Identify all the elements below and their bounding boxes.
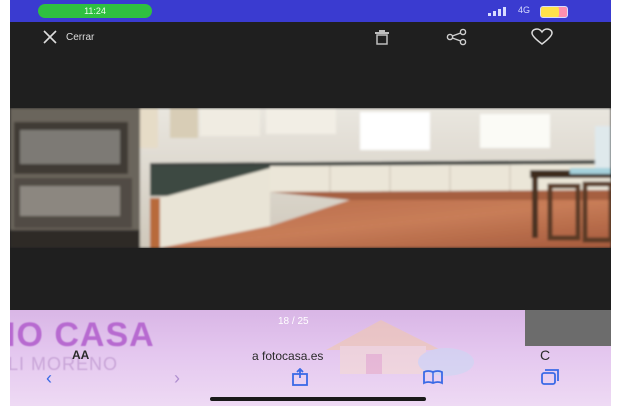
share-icon <box>292 367 308 386</box>
close-label: Cerrar <box>66 31 95 43</box>
photo-counter: 18 / 25 <box>278 316 309 327</box>
close-icon <box>43 30 57 44</box>
delete-button[interactable] <box>372 28 392 46</box>
signal-bar <box>498 9 501 16</box>
photo-viewer: Cerrar <box>10 22 611 310</box>
text-size-button[interactable]: AA <box>72 348 89 362</box>
browser-toolbar: ‹ › <box>10 367 611 392</box>
kitchen-photo <box>10 108 611 248</box>
battery-icon <box>540 6 568 18</box>
forward-icon[interactable]: › <box>174 368 180 389</box>
page-margin <box>611 0 617 406</box>
web-page-content: IO CASA LI MORENO 18 / 25 AA a fotocasa.… <box>10 310 611 406</box>
trash-icon <box>375 30 389 45</box>
viewer-toolbar: Cerrar <box>10 22 611 52</box>
share-button[interactable] <box>290 367 310 391</box>
home-indicator <box>210 397 426 401</box>
share-icon <box>446 28 467 46</box>
browser-address-bar[interactable]: AA a fotocasa.es C <box>10 347 611 366</box>
book-icon <box>423 370 443 385</box>
heart-icon <box>531 28 553 45</box>
signal-bar <box>488 13 491 16</box>
time-pill: 11:24 <box>38 4 152 18</box>
share-button[interactable] <box>446 28 467 46</box>
property-photo[interactable] <box>10 108 611 248</box>
tabs-icon <box>541 369 559 385</box>
favorite-button[interactable] <box>530 28 554 46</box>
close-button[interactable]: Cerrar <box>42 27 94 47</box>
back-icon[interactable]: ‹ <box>46 368 52 389</box>
photo-thumbnail-edge <box>525 310 611 346</box>
reload-icon[interactable]: C <box>540 347 550 363</box>
url-text[interactable]: a fotocasa.es <box>252 349 323 363</box>
network-type: 4G <box>518 5 531 15</box>
signal-bar <box>493 11 496 16</box>
signal-bar <box>503 7 506 16</box>
status-bar: 11:24 4G <box>10 0 611 22</box>
tabs-button[interactable] <box>540 368 560 391</box>
battery-level <box>541 7 560 17</box>
screenshot-frame: 11:24 4G Cerrar IO CASA LI MORENO 18 / 2… <box>0 0 611 406</box>
bookmarks-button[interactable] <box>422 368 444 391</box>
